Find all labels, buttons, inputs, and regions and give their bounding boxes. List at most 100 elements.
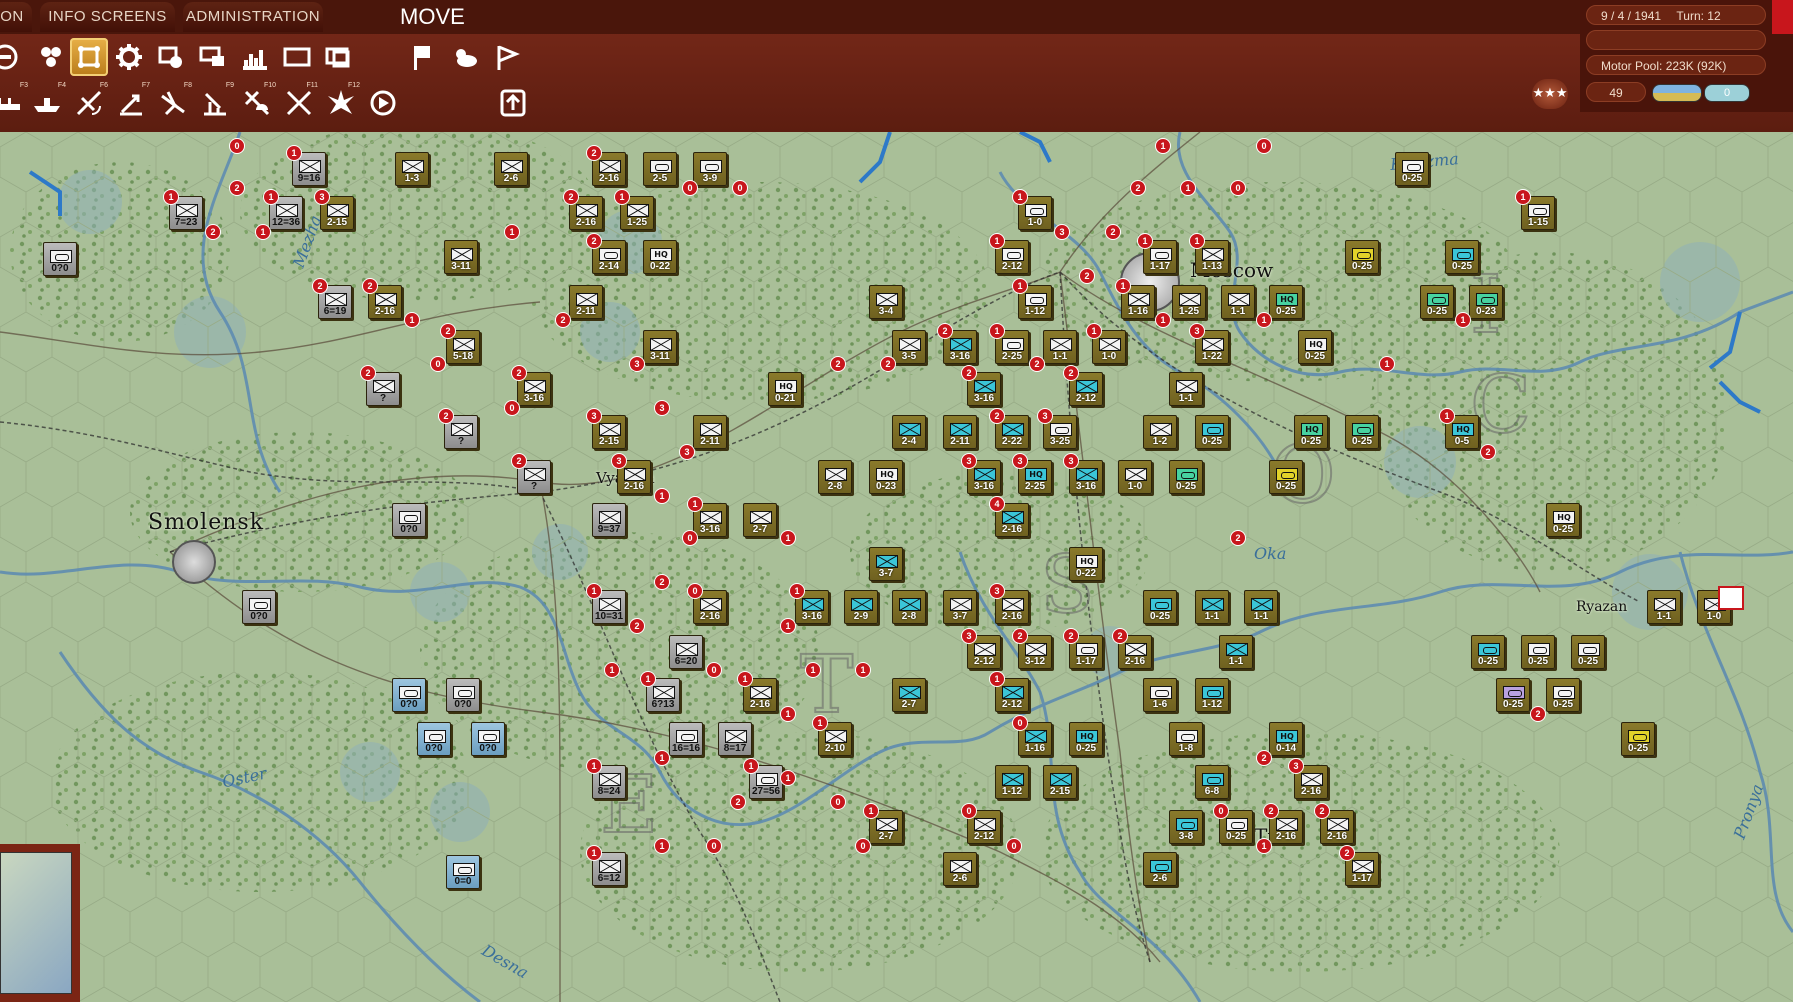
toggle-indicator[interactable]: 0	[1704, 84, 1750, 102]
unit-counter[interactable]: HQ 0-22	[643, 240, 677, 274]
unit-counter[interactable]: 2-14 2	[586, 233, 626, 274]
unit-counter[interactable]: 2-15	[1043, 765, 1077, 799]
unit-counter[interactable]: 2-16 2	[586, 145, 626, 186]
zoc-marker[interactable]: 1	[504, 224, 520, 240]
unit-counter[interactable]: 6=20	[669, 635, 703, 669]
unit-counter[interactable]: 1-1	[1221, 285, 1255, 319]
zoc-marker[interactable]: 0	[1256, 138, 1272, 154]
zoc-marker[interactable]: 1	[780, 530, 796, 546]
unit-counter[interactable]: HQ 0-14	[1269, 722, 1303, 756]
unit-counter[interactable]: 1-12 1	[1012, 278, 1052, 319]
unit-counter[interactable]: 2-16 3	[1288, 758, 1328, 799]
zoc-marker[interactable]: 1	[604, 662, 620, 678]
unit-counter[interactable]: 3-16 3	[961, 453, 1001, 494]
unit-counter[interactable]: 3-9	[693, 152, 727, 186]
unit-counter[interactable]: 7=23 1	[163, 189, 203, 230]
zoc-marker[interactable]: 2	[205, 224, 221, 240]
rectangle-icon[interactable]	[278, 38, 316, 76]
unit-counter[interactable]: 1-1	[1043, 330, 1077, 364]
unit-counter[interactable]: 0-25	[1269, 460, 1303, 494]
unit-counter[interactable]: 1-1	[1219, 635, 1253, 669]
unit-counter[interactable]: 1-16 1	[1115, 278, 1155, 319]
unit-counter[interactable]: HQ 0-25	[1294, 415, 1328, 449]
zoc-marker[interactable]: 2	[1480, 444, 1496, 460]
zoc-marker[interactable]: 0	[682, 530, 698, 546]
overlay-icon[interactable]	[194, 38, 232, 76]
unit-counter[interactable]: 1-25	[1172, 285, 1206, 319]
play-circle-icon[interactable]	[364, 84, 402, 122]
ground-attack-icon[interactable]: F9	[196, 82, 234, 122]
zoc-marker[interactable]: 3	[629, 356, 645, 372]
unit-counter[interactable]: 1-17 2	[1063, 628, 1103, 669]
tab-info-screens[interactable]: INFO SCREENS	[40, 2, 175, 32]
zoc-marker[interactable]: 0	[830, 794, 846, 810]
tab-administration[interactable]: ADMINISTRATION	[183, 2, 323, 32]
unit-counter[interactable]: 1-8	[1169, 722, 1203, 756]
zoc-marker[interactable]: 0	[855, 838, 871, 854]
air-transfer-icon[interactable]: F7	[112, 82, 150, 122]
unit-counter[interactable]: 3-12 2	[1012, 628, 1052, 669]
zoc-marker[interactable]: 1	[1256, 838, 1272, 854]
zoc-marker[interactable]: 3	[679, 444, 695, 460]
unit-counter[interactable]: 8=17	[718, 722, 752, 756]
unit-counter[interactable]: 9=16 1	[286, 145, 326, 186]
zoc-marker[interactable]: 0	[430, 356, 446, 372]
explosion-icon[interactable]: F12	[322, 82, 360, 122]
unit-counter[interactable]: 1-1	[1195, 590, 1229, 624]
zoc-marker[interactable]: 1	[780, 770, 796, 786]
unit-counter[interactable]: 3-16 1	[687, 496, 727, 537]
unit-counter[interactable]: 2-7	[743, 503, 777, 537]
unit-counter[interactable]: 1-12	[1195, 678, 1229, 712]
unit-counter[interactable]: HQ 0-21	[768, 372, 802, 406]
unit-counter[interactable]: 2-9	[844, 590, 878, 624]
unit-counter[interactable]: 1-17 2	[1339, 845, 1379, 886]
zoc-marker[interactable]: 1	[805, 662, 821, 678]
bombard-icon[interactable]: F11	[280, 82, 318, 122]
unit-counter[interactable]: 5-18 2	[440, 323, 480, 364]
unit-counter[interactable]: 2-16 1	[737, 671, 777, 712]
zoc-marker[interactable]: 1	[780, 706, 796, 722]
unit-counter[interactable]: 2-12 3	[961, 628, 1001, 669]
zoom-out-icon[interactable]	[0, 38, 24, 76]
ground-units-icon[interactable]: F3	[0, 82, 28, 122]
unit-counter[interactable]: 2-5	[643, 152, 677, 186]
zoc-marker[interactable]: 0	[1006, 838, 1022, 854]
gear-icon[interactable]	[110, 38, 148, 76]
unit-counter[interactable]: HQ 0-23	[869, 460, 903, 494]
unit-counter[interactable]: 1-1	[1647, 590, 1681, 624]
unit-counter[interactable]: 2-16 3	[989, 583, 1029, 624]
unit-counter[interactable]: 3-16 2	[961, 365, 1001, 406]
unit-counter[interactable]: 0-25 0	[1213, 803, 1253, 844]
weather-indicator[interactable]	[1652, 84, 1702, 102]
unit-counter[interactable]: ? 2	[438, 408, 478, 449]
unit-counter[interactable]: 2-10 1	[812, 715, 852, 756]
unit-counter[interactable]: 3-8	[1169, 810, 1203, 844]
unit-counter[interactable]: 1-6	[1143, 678, 1177, 712]
naval-icon[interactable]: F4	[28, 82, 66, 122]
unit-counter[interactable]: 6=19 2	[312, 278, 352, 319]
zoc-marker[interactable]: 1	[255, 224, 271, 240]
unit-counter[interactable]: 2-16 2	[1263, 803, 1303, 844]
unit-counter[interactable]: 0-25	[1195, 415, 1229, 449]
zoc-marker[interactable]: 2	[1230, 530, 1246, 546]
zoc-marker[interactable]: 2	[1029, 356, 1045, 372]
unit-counter[interactable]: 9=37	[592, 503, 626, 537]
unit-counter[interactable]: HQ 0-25	[1546, 503, 1580, 537]
unit-counter[interactable]: 2-12 1	[989, 671, 1029, 712]
unit-counter[interactable]: 2-16 2	[362, 278, 402, 319]
unit-counter[interactable]: 2-6	[494, 152, 528, 186]
unit-counter[interactable]: 2-15 3	[586, 408, 626, 449]
unit-counter[interactable]: 0-25	[1143, 590, 1177, 624]
unit-counter[interactable]: 0-25	[1345, 415, 1379, 449]
unit-counter[interactable]: 12=36 1	[263, 189, 303, 230]
zoc-marker[interactable]: 1	[654, 488, 670, 504]
unit-counter[interactable]: 0-25	[1395, 152, 1429, 186]
unit-counter[interactable]: 0?0	[43, 242, 77, 276]
unit-counter[interactable]: 2-15 3	[314, 189, 354, 230]
unit-counter[interactable]: HQ 2-25 3	[1012, 453, 1052, 494]
zoc-marker[interactable]: 1	[855, 662, 871, 678]
zoc-marker[interactable]: 2	[1256, 750, 1272, 766]
zoc-marker[interactable]: 0	[682, 180, 698, 196]
unit-counter[interactable]: 2-16 4	[989, 496, 1029, 537]
unit-counter[interactable]: 3-11	[444, 240, 478, 274]
